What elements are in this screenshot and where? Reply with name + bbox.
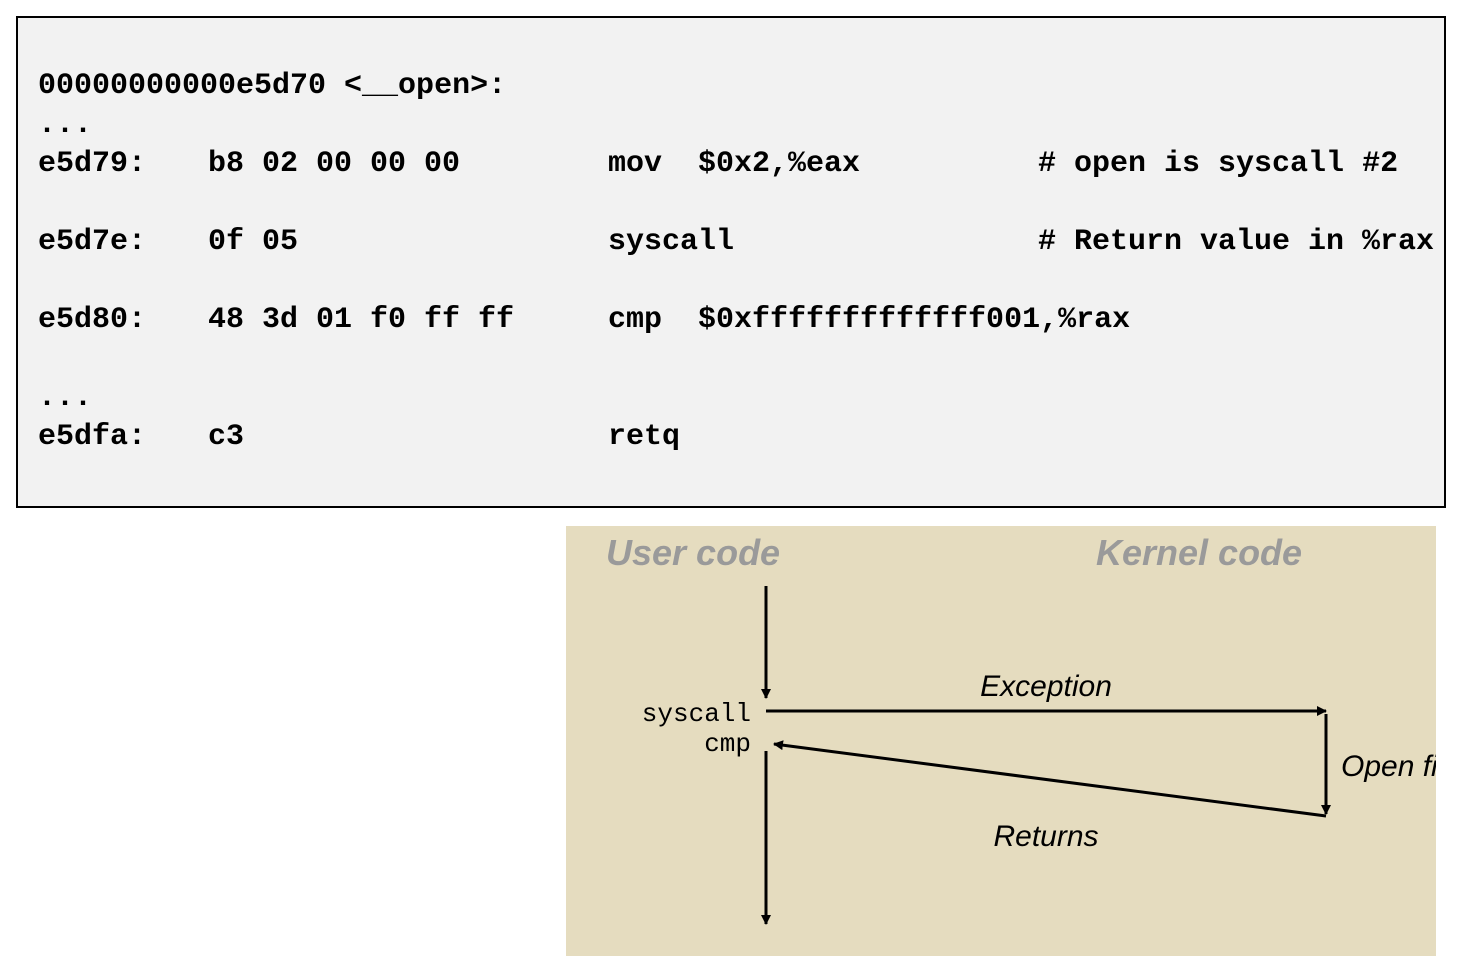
- exception-label: Exception: [980, 670, 1112, 703]
- returns-label: Returns: [993, 820, 1098, 853]
- syscall-label: syscall: [642, 699, 751, 729]
- bytes: b8 02 00 00 00: [208, 145, 608, 184]
- cmp-label: cmp: [704, 729, 751, 759]
- code-header: 00000000000e5d70 <__open>:: [38, 69, 506, 103]
- code-row-4: e5dfa:c3retq: [38, 418, 1424, 457]
- addr: e5d79:: [38, 145, 208, 184]
- instr: syscall: [608, 223, 1038, 262]
- bytes: 0f 05: [208, 223, 608, 262]
- code-row-1: e5d79:b8 02 00 00 00mov $0x2,%eax# open …: [38, 145, 1424, 184]
- code-row-3: e5d80:48 3d 01 f0 ff ffcmp $0xffffffffff…: [38, 301, 1424, 340]
- bytes: 48 3d 01 f0 ff ff: [208, 301, 608, 340]
- instr: retq: [608, 418, 1038, 457]
- addr: e5d7e:: [38, 223, 208, 262]
- ellipsis-2: ...: [38, 381, 92, 415]
- ellipsis-1: ...: [38, 108, 92, 142]
- flow-svg: syscall cmp Exception Open file Returns: [566, 526, 1436, 956]
- syscall-flow-diagram: User code Kernel code syscall cmp Except…: [566, 526, 1436, 956]
- addr: e5dfa:: [38, 418, 208, 457]
- comment: # Return value in %rax: [1038, 223, 1434, 262]
- comment: # open is syscall #2: [1038, 145, 1398, 184]
- code-row-2: e5d7e:0f 05syscall# Return value in %rax: [38, 223, 1424, 262]
- disassembly-box: 00000000000e5d70 <__open>: ... e5d79:b8 …: [16, 16, 1446, 508]
- addr: e5d80:: [38, 301, 208, 340]
- bytes: c3: [208, 418, 608, 457]
- instr: mov $0x2,%eax: [608, 145, 1038, 184]
- instr: cmp $0xfffffffffffff001,%rax: [608, 301, 1038, 340]
- open-file-label: Open file: [1341, 750, 1436, 783]
- returns-arrow: [774, 744, 1326, 816]
